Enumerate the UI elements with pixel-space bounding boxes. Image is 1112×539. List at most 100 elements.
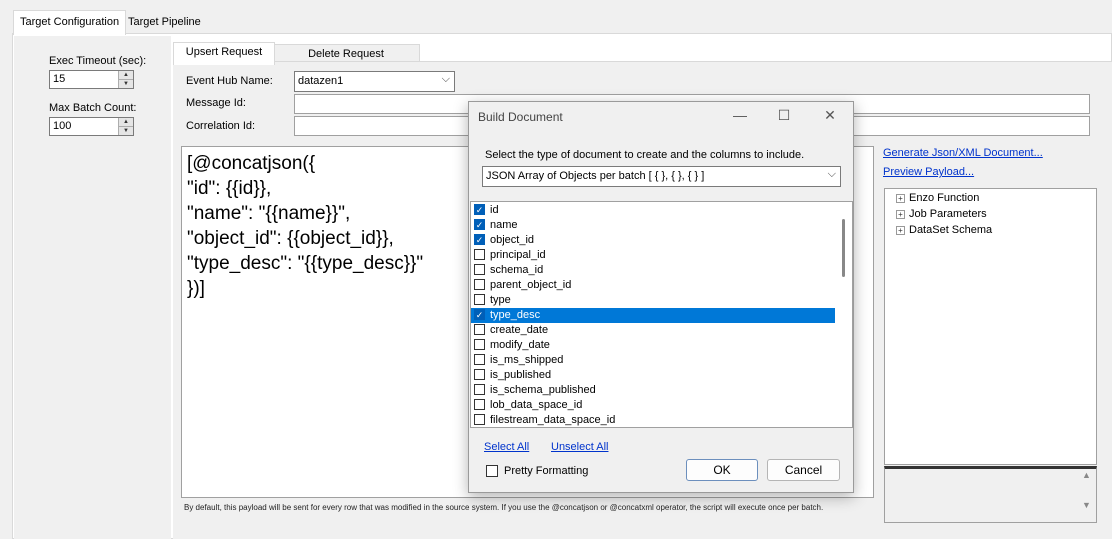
close-icon[interactable]: ✕ (820, 107, 840, 124)
event-hub-label: Event Hub Name: (186, 75, 273, 87)
ok-button[interactable]: OK (686, 459, 758, 481)
column-item-label: parent_object_id (490, 279, 572, 291)
unselect-all-link[interactable]: Unselect All (551, 441, 608, 453)
checked-checkbox-icon[interactable]: ✓ (474, 309, 485, 320)
column-item-label: modify_date (490, 339, 550, 351)
footnote-text: By default, this payload will be sent fo… (184, 503, 824, 512)
column-item-label: is_schema_published (490, 384, 596, 396)
tree-item-label: Enzo Function (909, 192, 980, 204)
column-item-label: type (490, 294, 511, 306)
expand-plus-icon[interactable]: + (896, 225, 905, 235)
column-item[interactable]: parent_object_id (471, 278, 836, 293)
pretty-formatting-checkbox[interactable] (486, 465, 498, 477)
tab-target-pipeline[interactable]: Target Pipeline (122, 11, 207, 33)
column-item-label: is_ms_shipped (490, 354, 564, 366)
minimize-icon[interactable]: — (730, 107, 750, 123)
code-line: "id": {{id}}, (187, 178, 272, 199)
column-item[interactable]: create_date (471, 323, 836, 338)
column-item-label: principal_id (490, 249, 546, 261)
column-item-label: is_published (490, 369, 552, 381)
expand-plus-icon[interactable]: + (896, 193, 905, 203)
column-list: ✓ id ✓ name ✓ object_id principal_id schema_idp… (470, 201, 853, 428)
generate-document-link[interactable]: Generate Json/XML Document... (883, 147, 1043, 159)
event-hub-value: datazen1 (298, 75, 344, 87)
column-item-label: type_desc (490, 309, 541, 321)
column-item[interactable]: type (471, 293, 836, 308)
spin-up-icon[interactable]: ▲ (119, 118, 133, 127)
column-item[interactable]: ✓ id (471, 203, 836, 218)
column-item[interactable]: lob_data_space_id (471, 398, 836, 413)
preview-payload-link[interactable]: Preview Payload... (883, 166, 974, 178)
checked-checkbox-icon[interactable]: ✓ (474, 219, 485, 230)
code-line: "name": "{{name}}", (187, 203, 351, 224)
unchecked-checkbox-icon[interactable] (474, 399, 485, 410)
code-line: [@concatjson({ (187, 153, 316, 174)
chevron-down-icon: ⌵ (827, 168, 836, 180)
document-type-select[interactable]: JSON Array of Objects per batch [ { }, {… (482, 166, 841, 187)
message-id-label: Message Id: (186, 97, 246, 109)
pretty-formatting-label: Pretty Formatting (504, 465, 589, 477)
spinner-buttons: ▲ ▼ (118, 71, 133, 88)
unchecked-checkbox-icon[interactable] (474, 279, 485, 290)
unchecked-checkbox-icon[interactable] (474, 414, 485, 425)
column-item-label: id (490, 204, 499, 216)
unchecked-checkbox-icon[interactable] (474, 384, 485, 395)
column-item-label: create_date (490, 324, 549, 336)
description-scrollbar[interactable]: ▲ ▼ (1078, 470, 1095, 520)
unchecked-checkbox-icon[interactable] (474, 339, 485, 350)
checked-checkbox-icon[interactable]: ✓ (474, 204, 485, 215)
column-item[interactable]: ✓ name (471, 218, 836, 233)
tree-item-label: DataSet Schema (909, 224, 993, 236)
column-item[interactable]: is_published (471, 368, 836, 383)
spin-down-icon[interactable]: ▼ (119, 80, 133, 88)
unchecked-checkbox-icon[interactable] (474, 354, 485, 365)
tree-item-enzo-function[interactable]: + Enzo Function (896, 192, 979, 204)
tree-item-label: Job Parameters (909, 208, 987, 220)
column-item-label: lob_data_space_id (490, 399, 583, 411)
chevron-down-icon: ⌵ (441, 73, 450, 85)
column-list-scrollbar[interactable] (835, 202, 852, 427)
tree-item-dataset-schema[interactable]: + DataSet Schema (896, 224, 992, 236)
column-item[interactable]: schema_id (471, 263, 836, 278)
dialog-instruction: Select the type of document to create an… (485, 149, 805, 161)
maximize-icon[interactable]: ☐ (774, 107, 794, 124)
correlation-id-label: Correlation Id: (186, 120, 256, 132)
code-line: "object_id": {{object_id}}, (187, 228, 394, 249)
column-item[interactable]: is_schema_published (471, 383, 836, 398)
max-batch-label: Max Batch Count: (49, 102, 137, 114)
spin-down-icon[interactable]: ▼ (119, 127, 133, 135)
column-item[interactable]: filestream_data_space_id (471, 413, 836, 428)
max-batch-value: 100 (53, 120, 72, 132)
scrollbar-thumb[interactable] (842, 219, 845, 277)
description-pane: ▲ ▼ (884, 466, 1097, 523)
event-hub-select[interactable]: datazen1 ⌵ (294, 71, 455, 92)
code-line: })] (187, 278, 205, 299)
select-all-link[interactable]: Select All (484, 441, 529, 453)
column-item[interactable]: is_ms_shipped (471, 353, 836, 368)
column-item[interactable]: ✓ type_desc (471, 308, 836, 323)
column-item-label: name (490, 219, 518, 231)
tab-upsert-request[interactable]: Upsert Request (173, 42, 275, 65)
spin-up-icon[interactable]: ▲ (119, 71, 133, 80)
tree-item-job-parameters[interactable]: + Job Parameters (896, 208, 987, 220)
exec-timeout-label: Exec Timeout (sec): (49, 55, 147, 67)
column-item-label: filestream_data_space_id (490, 414, 616, 426)
exec-timeout-spinner[interactable]: 15 ▲ ▼ (49, 70, 134, 89)
unchecked-checkbox-icon[interactable] (474, 369, 485, 380)
column-item[interactable]: ✓ object_id (471, 233, 836, 248)
tab-target-configuration[interactable]: Target Configuration (13, 10, 127, 35)
unchecked-checkbox-icon[interactable] (474, 324, 485, 335)
schema-tree: + Enzo Function + Job Parameters + DataSet … (884, 188, 1097, 465)
checked-checkbox-icon[interactable]: ✓ (474, 234, 485, 245)
column-item-label: schema_id (490, 264, 544, 276)
expand-plus-icon[interactable]: + (896, 209, 905, 219)
cancel-button[interactable]: Cancel (767, 459, 840, 481)
unchecked-checkbox-icon[interactable] (474, 294, 485, 305)
unchecked-checkbox-icon[interactable] (474, 249, 485, 260)
dialog-title: Build Document (478, 110, 563, 124)
exec-timeout-value: 15 (53, 73, 66, 85)
max-batch-spinner[interactable]: 100 ▲ ▼ (49, 117, 134, 136)
unchecked-checkbox-icon[interactable] (474, 264, 485, 275)
column-item[interactable]: modify_date (471, 338, 836, 353)
column-item[interactable]: principal_id (471, 248, 836, 263)
